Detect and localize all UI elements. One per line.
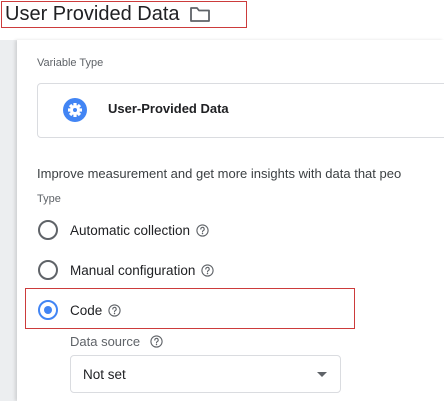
radio-manual-configuration[interactable]: Manual configuration	[38, 258, 214, 282]
left-gutter	[0, 40, 17, 401]
editor-screen: User Provided Data Variable Type User-Pr…	[0, 0, 444, 401]
radio-automatic-collection[interactable]: Automatic collection	[38, 218, 209, 242]
data-source-label-row: Data source	[70, 334, 163, 349]
data-source-label: Data source	[70, 334, 141, 349]
type-description: Improve measurement and get more insight…	[37, 166, 402, 181]
help-icon[interactable]	[196, 223, 209, 237]
title-highlight-box	[1, 1, 247, 28]
chevron-down-icon	[317, 372, 327, 377]
variable-type-label: Variable Type	[37, 57, 104, 69]
variable-type-card[interactable]	[37, 83, 444, 138]
gear-icon	[63, 98, 87, 122]
radio-label: Manual configuration	[70, 262, 196, 278]
help-icon[interactable]	[201, 263, 214, 277]
data-source-value: Not set	[83, 367, 126, 382]
code-highlight-box	[25, 288, 355, 329]
variable-type-name: User-Provided Data	[108, 101, 229, 116]
title-bar: User Provided Data	[0, 0, 444, 40]
type-label: Type	[37, 193, 61, 205]
radio-label: Automatic collection	[70, 222, 191, 238]
data-source-select[interactable]: Not set	[70, 355, 341, 393]
radio-button[interactable]	[38, 260, 58, 280]
radio-button[interactable]	[38, 220, 58, 240]
help-icon[interactable]	[150, 335, 163, 348]
